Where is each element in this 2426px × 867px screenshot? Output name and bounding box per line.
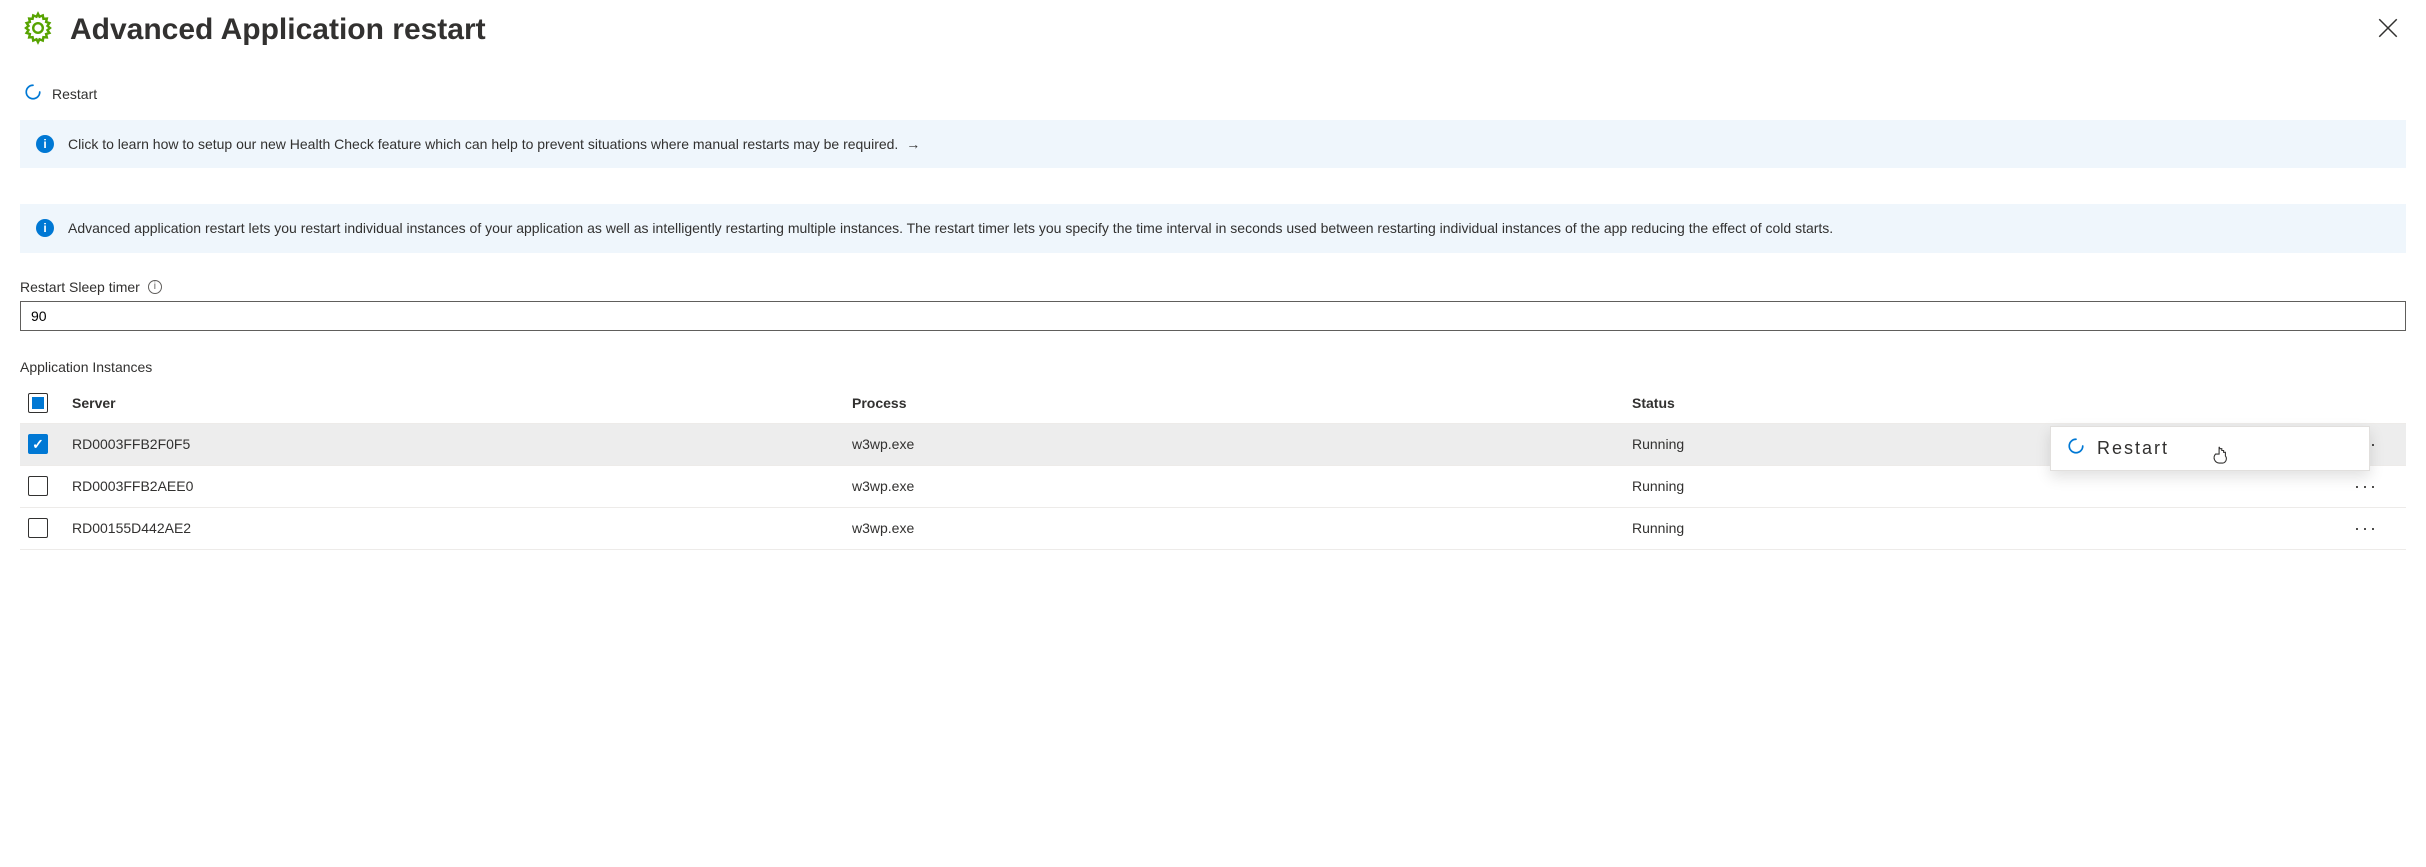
restart-icon xyxy=(24,83,42,104)
instances-title: Application Instances xyxy=(20,359,2406,375)
column-status[interactable]: Status xyxy=(1624,383,2346,424)
health-check-banner[interactable]: i Click to learn how to setup our new He… xyxy=(20,120,2406,168)
cell-status: Running xyxy=(1624,507,2346,549)
row-more-button[interactable]: ··· Restart xyxy=(2346,423,2406,465)
header-left: Advanced Application restart xyxy=(20,10,486,49)
row-checkbox[interactable] xyxy=(28,434,48,454)
instances-table: Server Process Status RD0003FFB2F0F5 w3w… xyxy=(20,383,2406,550)
description-text: Advanced application restart lets you re… xyxy=(68,218,1833,238)
cell-process: w3wp.exe xyxy=(844,423,1624,465)
cell-server: RD0003FFB2AEE0 xyxy=(64,465,844,507)
table-row[interactable]: RD00155D442AE2 w3wp.exe Running ··· xyxy=(20,507,2406,549)
toolbar: Restart xyxy=(20,79,2406,108)
sleep-timer-label: Restart Sleep timer xyxy=(20,279,140,295)
close-button[interactable] xyxy=(2370,10,2406,49)
row-more-button[interactable]: ··· xyxy=(2346,507,2406,549)
context-menu-restart[interactable]: Restart xyxy=(2051,427,2369,470)
page-header: Advanced Application restart xyxy=(20,10,2406,49)
sleep-timer-label-row: Restart Sleep timer i xyxy=(20,279,2406,295)
restart-icon xyxy=(2067,437,2085,460)
page-title: Advanced Application restart xyxy=(70,13,486,47)
table-row[interactable]: RD0003FFB2F0F5 w3wp.exe Running ··· Rest… xyxy=(20,423,2406,465)
column-process[interactable]: Process xyxy=(844,383,1624,424)
sleep-timer-input[interactable] xyxy=(20,301,2406,331)
select-all-checkbox[interactable] xyxy=(28,393,48,413)
health-check-text: Click to learn how to setup our new Heal… xyxy=(68,134,920,154)
cell-server: RD0003FFB2F0F5 xyxy=(64,423,844,465)
context-menu-restart-label: Restart xyxy=(2097,438,2169,459)
table-row[interactable]: RD0003FFB2AEE0 w3wp.exe Running ··· xyxy=(20,465,2406,507)
cell-process: w3wp.exe xyxy=(844,507,1624,549)
column-server[interactable]: Server xyxy=(64,383,844,424)
cell-process: w3wp.exe xyxy=(844,465,1624,507)
info-icon: i xyxy=(36,135,54,153)
gear-icon xyxy=(20,10,56,49)
restart-button-label: Restart xyxy=(52,86,97,102)
row-checkbox[interactable] xyxy=(28,476,48,496)
cell-status: Running xyxy=(1624,465,2346,507)
context-menu: Restart xyxy=(2050,426,2370,471)
cell-server: RD00155D442AE2 xyxy=(64,507,844,549)
info-icon: i xyxy=(36,219,54,237)
row-more-button[interactable]: ··· xyxy=(2346,465,2406,507)
restart-button[interactable]: Restart xyxy=(24,79,97,108)
help-icon[interactable]: i xyxy=(148,280,162,294)
description-banner: i Advanced application restart lets you … xyxy=(20,204,2406,252)
row-checkbox[interactable] xyxy=(28,518,48,538)
table-header-row: Server Process Status xyxy=(20,383,2406,424)
arrow-right-icon: → xyxy=(906,136,920,152)
